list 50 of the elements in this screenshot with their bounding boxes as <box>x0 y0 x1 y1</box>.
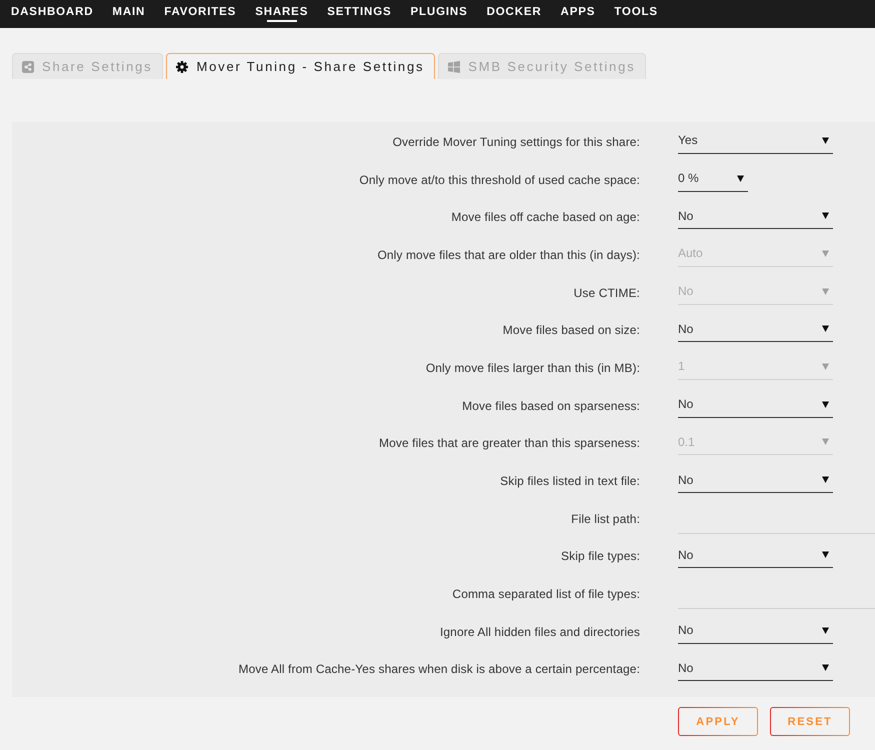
nav-link[interactable]: SETTINGS <box>327 0 392 28</box>
gear-icon <box>176 60 188 72</box>
nav-link[interactable]: SHARES <box>255 0 308 28</box>
caret-icon <box>822 325 829 332</box>
field-label: Override Mover Tuning settings for this share: <box>392 134 640 149</box>
caret-icon <box>822 476 829 484</box>
field-label: Use CTIME: <box>574 286 640 300</box>
caret-icon <box>822 626 829 634</box>
windows-logo-icon <box>448 60 460 72</box>
field-label: File list path: <box>571 512 640 526</box>
caret-icon <box>822 400 829 408</box>
caret-icon <box>822 362 829 370</box>
nav-link[interactable]: FAVORITES <box>164 0 236 28</box>
field-label: Skip file types: <box>561 549 640 564</box>
caret-icon <box>822 438 829 446</box>
caret-icon <box>822 288 829 295</box>
dropdown-field[interactable]: No <box>678 394 833 418</box>
field-label: Move files based on size: <box>502 323 640 338</box>
nav-link[interactable]: PLUGINS <box>410 0 468 28</box>
caret-icon <box>822 664 829 672</box>
dropdown-field[interactable]: No <box>678 469 833 494</box>
tab[interactable]: Mover Tuning - Share Settings <box>166 53 436 79</box>
field-label: Move files based on sparseness: <box>462 398 640 413</box>
share-icon <box>22 60 34 72</box>
caret-icon <box>822 136 829 144</box>
nav-link[interactable]: DASHBOARD <box>11 0 94 28</box>
field-label: Only move at/to this threshold of used cache space: <box>359 172 640 187</box>
dropdown-field[interactable]: No <box>678 620 833 644</box>
caret-icon <box>737 174 744 182</box>
dropdown-field[interactable]: No <box>678 544 833 568</box>
field-label: Only move files larger than this (in MB): <box>426 360 640 375</box>
field-label: Move files that are greater than this sparseness: <box>378 436 640 450</box>
field-label: Move All from Cache-Yes shares when disk is above a certain percentage: <box>238 662 640 676</box>
dropdown-field[interactable]: No <box>678 205 833 230</box>
dropdown-field[interactable]: No <box>678 657 833 682</box>
dropdown-field[interactable]: No <box>678 318 833 342</box>
dropdown-field[interactable]: Yes <box>678 130 833 154</box>
nav-link[interactable]: APPS <box>560 0 596 28</box>
field-label: Only move files that are older than this (in days): <box>377 248 640 262</box>
caret-icon <box>822 212 829 220</box>
field-label: Skip files listed in text file: <box>500 474 640 488</box>
nav-link[interactable]: MAIN <box>112 0 146 28</box>
field-label: Comma separated list of file types: <box>452 587 640 602</box>
dropdown-field[interactable]: 0 % <box>678 168 748 192</box>
caret-icon <box>822 250 829 257</box>
field-label: Ignore All hidden files and directories <box>440 624 640 639</box>
caret-icon <box>822 551 829 558</box>
nav-link[interactable]: DOCKER <box>486 0 542 28</box>
nav-link[interactable]: TOOLS <box>614 0 658 28</box>
field-label: Move files off cache based on age: <box>451 210 640 224</box>
